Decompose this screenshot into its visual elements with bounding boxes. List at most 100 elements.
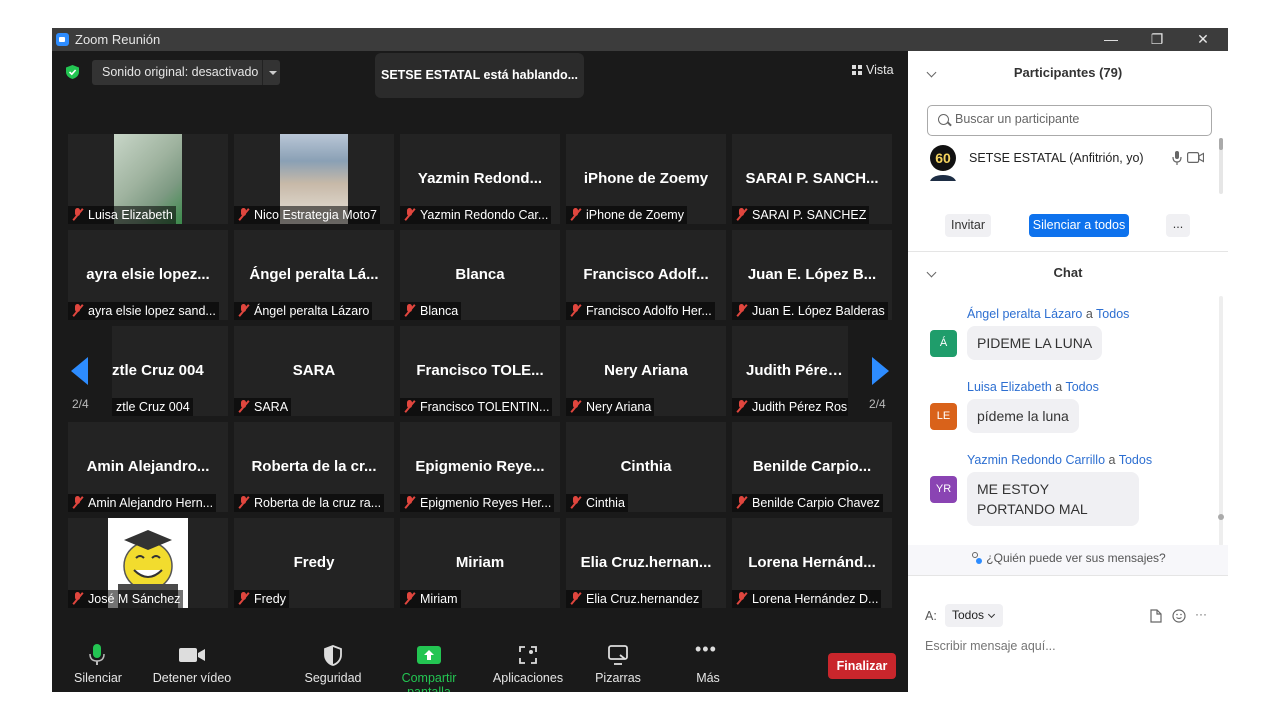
participant-name: Miriam bbox=[455, 554, 505, 571]
participant-tile[interactable]: Blanca Blanca bbox=[400, 230, 560, 320]
original-sound-dropdown[interactable]: Sonido original: desactivado bbox=[92, 60, 280, 85]
participant-tile[interactable]: Nico Estrategia Moto7 bbox=[234, 134, 394, 224]
participant-tile[interactable]: Cinthia Cinthia bbox=[566, 422, 726, 512]
who-can-see-banner[interactable]: ¿Quién puede ver sus mensajes? bbox=[908, 545, 1228, 575]
mic-muted-icon bbox=[404, 496, 415, 509]
microphone-icon[interactable] bbox=[1172, 151, 1182, 165]
participant-search[interactable] bbox=[927, 105, 1212, 136]
participant-tile[interactable]: Benilde Carpio... Benilde Carpio Chavez bbox=[732, 422, 892, 512]
security-button[interactable]: Seguridad bbox=[296, 631, 370, 685]
participant-tile[interactable]: Elia Cruz.hernan... Elia Cruz.hernandez bbox=[566, 518, 726, 608]
apps-button[interactable]: Aplicaciones bbox=[490, 631, 566, 685]
participant-label: Nico Estrategia Moto7 bbox=[234, 206, 380, 224]
mic-muted-icon bbox=[570, 304, 581, 317]
video-camera-icon[interactable] bbox=[1187, 152, 1204, 163]
minimize-button[interactable]: — bbox=[1088, 28, 1134, 51]
participant-name: Blanca bbox=[455, 266, 505, 283]
chevron-down-icon[interactable] bbox=[262, 60, 280, 85]
mute-button[interactable]: Silenciar bbox=[68, 631, 128, 685]
participant-tile[interactable]: Francisco Adolf... Francisco Adolfo Her..… bbox=[566, 230, 726, 320]
participant-label: Blanca bbox=[400, 302, 462, 320]
share-screen-button[interactable]: Compartir pantalla bbox=[378, 631, 480, 692]
recipient-dropdown[interactable]: Todos bbox=[945, 604, 1003, 627]
restore-button[interactable]: ❐ bbox=[1134, 28, 1180, 51]
more-label: Más bbox=[696, 671, 720, 685]
participant-tile[interactable]: Judith Pérez R Judith Pérez Ros bbox=[732, 326, 848, 416]
mute-all-button[interactable]: Silenciar a todos bbox=[1029, 214, 1129, 237]
file-icon[interactable] bbox=[1150, 609, 1162, 623]
title-bar: Zoom Reunión — ❐ ✕ bbox=[52, 28, 1228, 51]
emoji-icon[interactable] bbox=[1172, 609, 1186, 623]
sender-name[interactable]: Yazmin Redondo Carrillo bbox=[967, 453, 1105, 467]
participant-tile[interactable]: Fredy Fredy bbox=[234, 518, 394, 608]
participant-label: Elia Cruz.hernandez bbox=[566, 590, 703, 608]
mic-muted-icon bbox=[72, 208, 83, 221]
participant-name: Lorena Hernánd... bbox=[748, 554, 876, 571]
participant-label: José M Sánchez bbox=[68, 590, 184, 608]
participant-label: iPhone de Zoemy bbox=[566, 206, 687, 224]
participants-scrollbar[interactable] bbox=[1219, 138, 1223, 194]
mic-muted-icon bbox=[238, 208, 249, 221]
participant-name: Epigmenio Reye... bbox=[415, 458, 545, 475]
participant-tile[interactable]: Luisa Elizabeth bbox=[68, 134, 228, 224]
people-icon bbox=[970, 552, 983, 564]
mic-muted-icon bbox=[736, 208, 747, 221]
meeting-area: Sonido original: desactivado SETSE ESTAT… bbox=[52, 51, 908, 692]
next-page-arrow-icon[interactable] bbox=[872, 357, 889, 385]
chat-message-input[interactable] bbox=[925, 636, 1215, 656]
participant-search-input[interactable] bbox=[955, 112, 1205, 126]
collapse-chevron-icon[interactable] bbox=[926, 267, 937, 278]
participant-row-host[interactable]: 60 SETSE ESTATAL (Anfitrión, yo) bbox=[927, 144, 1217, 172]
participant-row-partial bbox=[930, 175, 1215, 181]
chat-scrollbar[interactable] bbox=[1218, 296, 1224, 546]
participant-tile[interactable]: Ángel peralta Lá... Ángel peralta Lázaro bbox=[234, 230, 394, 320]
participant-tile[interactable]: Lorena Hernánd... Lorena Hernández D... bbox=[732, 518, 892, 608]
close-button[interactable]: ✕ bbox=[1180, 28, 1226, 51]
chat-more-icon[interactable]: ··· bbox=[1195, 607, 1207, 621]
participant-tile[interactable]: Miriam Miriam bbox=[400, 518, 560, 608]
collapse-chevron-icon[interactable] bbox=[926, 67, 937, 78]
participant-tile[interactable]: José M Sánchez bbox=[68, 518, 228, 608]
participant-tile[interactable]: Nery Ariana Nery Ariana bbox=[566, 326, 726, 416]
participant-tile[interactable]: Roberta de la cr... Roberta de la cruz ra… bbox=[234, 422, 394, 512]
chat-header: Chat bbox=[908, 258, 1228, 288]
participant-tile[interactable]: iPhone de Zoemy iPhone de Zoemy bbox=[566, 134, 726, 224]
participant-tile[interactable]: ayra elsie lopez... ayra elsie lopez sand… bbox=[68, 230, 228, 320]
chat-message-bubble: pídeme la luna bbox=[967, 399, 1079, 433]
participant-tile[interactable]: Francisco TOLE... Francisco TOLENTIN... bbox=[400, 326, 560, 416]
participant-label: SARAI P. SANCHEZ bbox=[732, 206, 870, 224]
participant-tile[interactable]: Amin Alejandro... Amin Alejandro Hern... bbox=[68, 422, 228, 512]
participant-avatar bbox=[930, 175, 956, 181]
participant-tile[interactable]: Yazmin Redond... Yazmin Redondo Car... bbox=[400, 134, 560, 224]
mic-muted-icon bbox=[238, 592, 249, 605]
chat-message-sender: Luisa Elizabeth a Todos bbox=[967, 380, 1099, 394]
participant-tile[interactable]: Juan E. López B... Juan E. López Balderas bbox=[732, 230, 892, 320]
participant-tile[interactable]: SARAI P. SANCH... SARAI P. SANCHEZ bbox=[732, 134, 892, 224]
more-button[interactable]: ••• Más bbox=[690, 631, 726, 685]
divider bbox=[908, 251, 1228, 252]
apps-label: Aplicaciones bbox=[492, 671, 564, 685]
invite-button[interactable]: Invitar bbox=[945, 214, 991, 237]
sender-name[interactable]: Ángel peralta Lázaro bbox=[967, 307, 1082, 321]
whiteboards-button[interactable]: Pizarras bbox=[592, 631, 644, 685]
view-label: Vista bbox=[866, 63, 894, 77]
prev-page-arrow-icon[interactable] bbox=[71, 357, 88, 385]
view-button[interactable]: Vista bbox=[852, 63, 894, 77]
end-meeting-button[interactable]: Finalizar bbox=[828, 653, 896, 679]
page-indicator-right: 2/4 bbox=[869, 397, 886, 411]
sender-name[interactable]: Luisa Elizabeth bbox=[967, 380, 1052, 394]
chat-avatar: Á bbox=[930, 330, 957, 357]
participant-tile[interactable]: SARA SARA bbox=[234, 326, 394, 416]
participant-name: ayra elsie lopez... bbox=[86, 266, 210, 283]
participant-name: Yazmin Redond... bbox=[417, 170, 543, 187]
mic-muted-icon bbox=[570, 496, 581, 509]
mute-label: Silenciar bbox=[74, 671, 122, 685]
mic-muted-icon bbox=[72, 304, 83, 317]
participant-tile[interactable]: Epigmenio Reye... Epigmenio Reyes Her... bbox=[400, 422, 560, 512]
participant-label: Yazmin Redondo Car... bbox=[400, 206, 552, 224]
participants-more-button[interactable]: ... bbox=[1166, 214, 1190, 237]
recipient-label: A: bbox=[925, 609, 937, 623]
encryption-shield-icon[interactable] bbox=[66, 65, 79, 79]
participant-name: Amin Alejandro... bbox=[86, 458, 210, 475]
stop-video-button[interactable]: Detener vídeo bbox=[147, 631, 237, 685]
